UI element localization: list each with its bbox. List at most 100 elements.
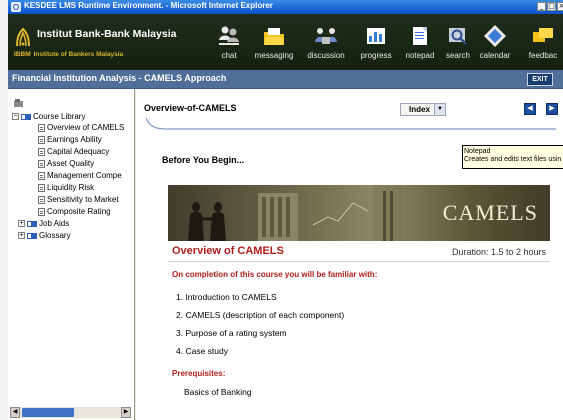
- objective-item: 3. Purpose of a rating system: [176, 328, 287, 338]
- discussion-icon: [315, 28, 337, 44]
- tree-item-capital[interactable]: Capital Adequacy: [38, 146, 109, 157]
- tree-item-label: Management Compe: [47, 171, 122, 180]
- scrollbar-thumb[interactable]: [22, 408, 74, 417]
- window-title-bar[interactable]: KESDEE LMS Runtime Environment. - Micros…: [8, 0, 563, 14]
- search-button[interactable]: search: [444, 24, 472, 64]
- desktop-background: [0, 0, 8, 420]
- progress-label: progress: [360, 51, 392, 60]
- notepad-icon: [413, 27, 427, 45]
- tree-node-glossary[interactable]: + Glossary: [18, 230, 71, 241]
- tooltip-text: Creates and edits text files usin: [464, 156, 562, 163]
- chevron-down-icon[interactable]: ▼: [434, 104, 445, 115]
- calendar-icon: [484, 25, 506, 47]
- tree-item-liquidity[interactable]: Liquidity Risk: [38, 182, 94, 193]
- org-subtitle-text: Institute of Bankers Malaysia: [33, 51, 124, 58]
- objective-item: 4. Case study: [176, 346, 228, 356]
- scroll-right-icon[interactable]: ▶: [121, 407, 131, 418]
- tree-node-job-aids[interactable]: + Job Aids: [18, 218, 69, 229]
- browser-window: KESDEE LMS Runtime Environment. - Micros…: [8, 0, 563, 420]
- progress-button[interactable]: progress: [357, 24, 395, 64]
- chat-button[interactable]: chat: [216, 24, 242, 64]
- course-title: Financial Institution Analysis - CAMELS …: [12, 73, 227, 83]
- section-intro-heading: Before You Begin...: [162, 155, 245, 165]
- objective-item: 1. Introduction to CAMELS: [176, 292, 277, 302]
- notepad-button[interactable]: notepad: [404, 24, 436, 64]
- scroll-left-icon[interactable]: ◀: [10, 407, 20, 418]
- book-icon: [21, 113, 31, 120]
- library-root-icon: [14, 99, 23, 107]
- tree-item-overview[interactable]: Overview of CAMELS: [38, 122, 124, 133]
- collapse-icon[interactable]: −: [12, 113, 19, 121]
- banner-title: CAMELS: [442, 200, 538, 225]
- org-subtitle: IBBM Institute of Bankers Malaysia: [14, 51, 123, 58]
- exit-button[interactable]: EXIT: [527, 73, 553, 86]
- calendar-label: calendar: [479, 51, 511, 60]
- expand-icon[interactable]: +: [18, 220, 25, 228]
- sidebar-horizontal-scrollbar[interactable]: ◀ ▶: [10, 407, 131, 418]
- book-icon: [27, 232, 37, 239]
- page-icon: [38, 207, 45, 216]
- ie-icon: [11, 2, 21, 12]
- tree-item-label: Earnings Ability: [47, 135, 102, 144]
- tree-item-earnings[interactable]: Earnings Ability: [38, 134, 102, 145]
- page-icon: [38, 171, 45, 180]
- chat-label: chat: [221, 51, 237, 60]
- maximize-button[interactable]: □: [547, 2, 556, 11]
- messaging-button[interactable]: messaging: [254, 24, 294, 64]
- close-button[interactable]: ×: [557, 2, 563, 11]
- tree-item-sensitivity[interactable]: Sensitivity to Market: [38, 194, 119, 205]
- tree-item-label: Composite Rating: [47, 207, 111, 216]
- prerequisites-label: Prerequisites:: [172, 369, 226, 378]
- tree-item-management[interactable]: Management Compe: [38, 170, 122, 181]
- index-dropdown-value: Index: [409, 105, 430, 114]
- course-bar: Financial Institution Analysis - CAMELS …: [8, 70, 563, 89]
- tree-item-label: Liquidity Risk: [47, 183, 95, 192]
- prerequisites-value: Basics of Banking: [184, 387, 252, 397]
- overview-title: Overview of CAMELS: [172, 245, 284, 257]
- previous-page-button[interactable]: ◀: [524, 103, 536, 115]
- objectives-intro: On completion of this course you will be…: [172, 270, 378, 279]
- ibbm-logo-icon: [16, 27, 30, 47]
- messaging-label: messaging: [254, 51, 294, 60]
- page-icon: [38, 123, 45, 132]
- org-name: Institut Bank-Bank Malaysia: [37, 28, 177, 40]
- search-label: search: [445, 51, 470, 60]
- minimize-button[interactable]: _: [537, 2, 546, 11]
- app-header: Institut Bank-Bank Malaysia IBBM Institut…: [8, 14, 563, 70]
- discussion-button[interactable]: discussion: [305, 24, 347, 64]
- page-icon: [38, 159, 45, 168]
- progress-icon: [367, 28, 385, 44]
- tree-item-composite[interactable]: Composite Rating: [38, 206, 111, 217]
- feedback-label: feedbac: [528, 51, 558, 60]
- page-icon: [38, 147, 45, 156]
- content-pane: Overview-of-CAMELS Index ▼ ◀ ▶ Before Yo…: [136, 89, 563, 420]
- tree-item-label: Asset Quality: [47, 159, 95, 168]
- index-dropdown[interactable]: Index ▼: [400, 103, 446, 116]
- camels-banner-image: CAMELS: [168, 185, 550, 241]
- calendar-button[interactable]: calendar: [476, 24, 514, 64]
- objective-item: 2. CAMELS (description of each component…: [176, 310, 345, 320]
- feedback-button[interactable]: feedbac: [522, 24, 563, 64]
- tree-node-course-library[interactable]: − Course Library: [12, 111, 85, 122]
- tree-label-job-aids: Job Aids: [39, 219, 70, 228]
- book-icon: [27, 220, 37, 227]
- page-title: Overview-of-CAMELS: [144, 103, 237, 113]
- tooltip-title: Notepad: [464, 148, 491, 155]
- tree-item-label: Capital Adequacy: [47, 147, 110, 156]
- search-icon: [449, 28, 467, 45]
- tree-label-course-library: Course Library: [33, 112, 86, 121]
- header-divider-curve: [146, 117, 556, 130]
- window-title: KESDEE LMS Runtime Environment. - Micros…: [24, 1, 273, 10]
- expand-icon[interactable]: +: [18, 232, 25, 240]
- notepad-tooltip: Notepad Creates and edits text files usi…: [462, 145, 563, 169]
- page-icon: [38, 195, 45, 204]
- overview-header-bar: Overview of CAMELS Duration: 1.5 to 2 ho…: [168, 241, 550, 262]
- tree-item-label: Overview of CAMELS: [47, 123, 125, 132]
- duration-text: Duration: 1.5 to 2 hours: [451, 247, 546, 257]
- org-logo-mark: IBBM: [14, 51, 31, 58]
- notepad-label: notepad: [405, 51, 435, 60]
- tree-item-asset[interactable]: Asset Quality: [38, 158, 94, 169]
- messaging-icon: [264, 28, 284, 45]
- tree-item-label: Sensitivity to Market: [47, 195, 119, 204]
- next-page-button[interactable]: ▶: [546, 103, 558, 115]
